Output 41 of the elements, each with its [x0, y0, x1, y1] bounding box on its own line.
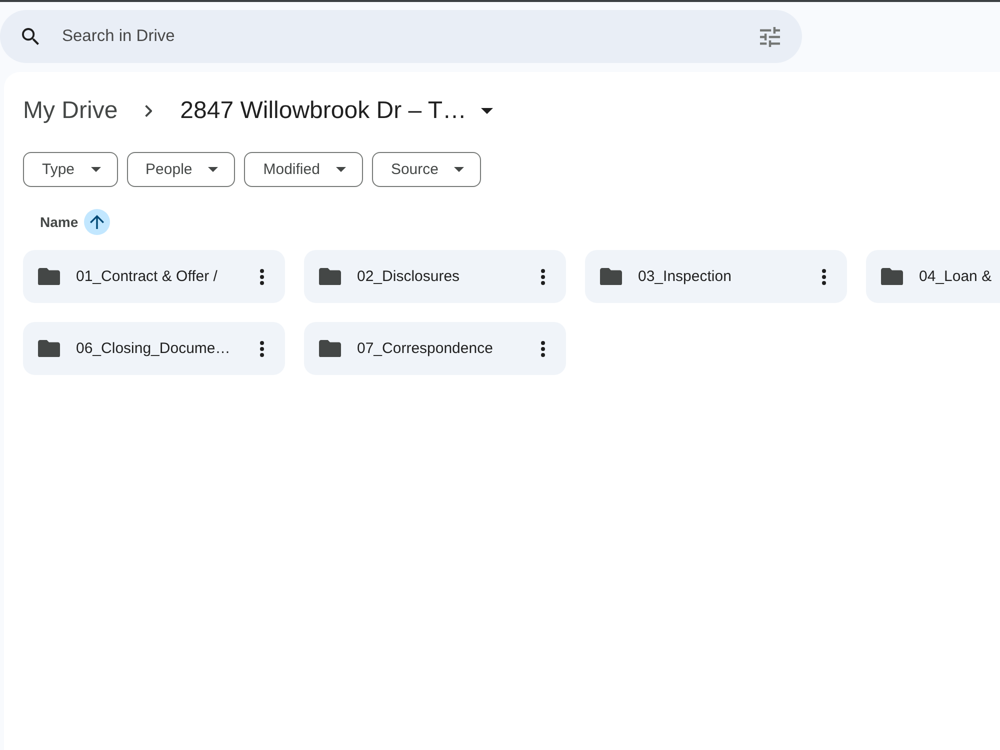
folder-icon: [319, 268, 341, 286]
caret-icon: [90, 167, 101, 172]
more-icon: [260, 340, 264, 356]
folder-name: 03_Inspection: [638, 268, 732, 285]
more-icon: [541, 268, 545, 284]
folder-name: 01_Contract & Offer /: [76, 268, 218, 285]
caret-icon: [336, 167, 346, 172]
current-folder-button[interactable]: 2847 Willowbrook Dr – T…: [180, 97, 492, 125]
sort-by-name-button[interactable]: Name: [40, 214, 78, 230]
filter-options-icon[interactable]: [760, 26, 780, 46]
more-icon: [260, 268, 264, 284]
folder-card[interactable]: 04_Loan &: [866, 250, 1000, 303]
filter-chip[interactable]: Source: [372, 152, 482, 187]
folder-icon: [38, 268, 60, 286]
folder-icon: [881, 268, 903, 286]
caret-icon: [454, 167, 464, 172]
search-input[interactable]: Search in Drive: [62, 27, 760, 46]
chevron-right-icon: [144, 105, 152, 117]
folder-card[interactable]: 06_Closing_Docume…: [23, 322, 285, 375]
folder-name: 07_Correspondence: [357, 340, 494, 357]
caret-icon: [480, 108, 492, 114]
breadcrumb-link[interactable]: My Drive: [23, 97, 118, 125]
folder-icon: [600, 268, 622, 286]
folder-icon: [319, 340, 341, 358]
more-icon: [541, 340, 545, 356]
folder-name: 04_Loan &: [919, 268, 992, 285]
filter-chip[interactable]: Modified: [244, 152, 363, 187]
search-icon[interactable]: [22, 28, 39, 45]
folder-card[interactable]: 07_Correspondence: [304, 322, 566, 375]
folder-name: 06_Closing_Docume…: [76, 340, 232, 357]
folder-name: 02_Disclosures: [357, 268, 461, 285]
search-field[interactable]: Search in Drive: [0, 10, 802, 63]
filter-chip[interactable]: People: [126, 152, 236, 187]
folder-card[interactable]: 02_Disclosures: [304, 250, 566, 303]
folder-icon: [38, 340, 60, 358]
more-icon: [822, 268, 826, 284]
sort-direction-icon[interactable]: [84, 209, 110, 235]
folder-card[interactable]: 03_Inspection: [585, 250, 847, 303]
filter-chip[interactable]: Type: [23, 152, 118, 187]
folder-card[interactable]: 01_Contract & Offer /: [23, 250, 285, 303]
caret-icon: [208, 167, 218, 172]
